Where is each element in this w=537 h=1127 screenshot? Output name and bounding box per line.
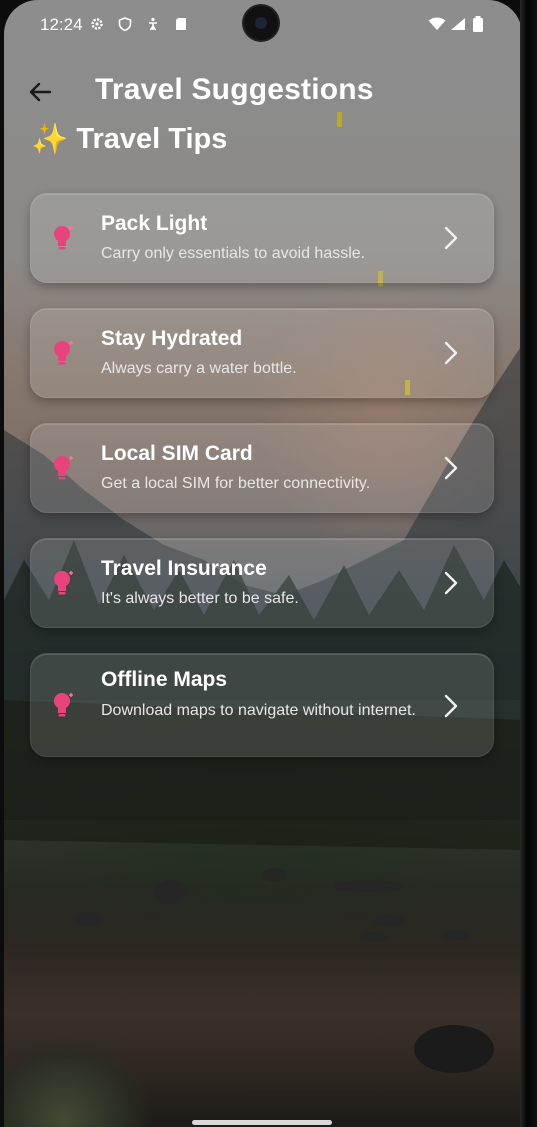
- back-button[interactable]: [26, 78, 54, 106]
- chevron-right-icon: [444, 341, 458, 365]
- lightbulb-icon: [54, 456, 73, 480]
- tip-title: Offline Maps: [101, 668, 228, 691]
- accessibility-icon: [146, 17, 160, 31]
- tip-title: Local SIM Card: [101, 442, 253, 465]
- chevron-right-icon: [444, 571, 458, 595]
- lightbulb-icon: [54, 693, 73, 717]
- rock: [374, 915, 404, 927]
- shield-icon: [118, 17, 132, 31]
- battery-icon: [472, 16, 484, 32]
- tip-card[interactable]: Stay Hydrated Always carry a water bottl…: [30, 308, 494, 398]
- lightbulb-icon: [54, 226, 73, 250]
- rock: [359, 932, 387, 942]
- page-title: Travel Suggestions: [95, 73, 374, 106]
- tip-card[interactable]: Travel Insurance It's always better to b…: [30, 538, 494, 628]
- tip-card[interactable]: Pack Light Carry only essentials to avoi…: [30, 193, 494, 283]
- tip-description: Download maps to navigate without intern…: [101, 702, 416, 719]
- section-header: ✨ Travel Tips: [31, 122, 227, 157]
- rock: [444, 930, 470, 940]
- tip-description: Carry only essentials to avoid hassle.: [101, 245, 366, 262]
- settings-icon: [90, 17, 104, 31]
- tip-title: Pack Light: [101, 212, 208, 235]
- tip-description: It's always better to be safe.: [101, 590, 299, 607]
- rock: [74, 912, 104, 926]
- tip-title: Travel Insurance: [101, 557, 267, 580]
- status-time: 12:24: [40, 15, 83, 34]
- app-screen: 12:24 Travel Suggestions ✨ Travel Tips P…: [4, 0, 522, 1127]
- device-frame: [520, 0, 537, 1127]
- section-title: Travel Tips: [76, 123, 228, 155]
- signal-icon: [450, 17, 466, 31]
- grass-foreground: [4, 960, 194, 1127]
- arrow-left-icon: [29, 82, 52, 102]
- front-camera: [244, 6, 278, 40]
- chevron-right-icon: [444, 226, 458, 250]
- rock: [262, 868, 286, 882]
- sparkles-icon: ✨: [31, 123, 69, 156]
- tip-card[interactable]: Offline Maps Download maps to navigate w…: [30, 653, 494, 757]
- tip-title: Stay Hydrated: [101, 327, 243, 350]
- status-bar: 12:24: [4, 0, 522, 50]
- rock: [414, 1025, 494, 1073]
- chevron-right-icon: [444, 694, 458, 718]
- wifi-icon: [428, 17, 446, 31]
- lightbulb-icon: [54, 571, 73, 595]
- rock: [154, 880, 186, 904]
- sd-card-icon: [174, 17, 188, 31]
- render-artifact: [337, 112, 342, 127]
- tip-description: Get a local SIM for better connectivity.: [101, 475, 371, 492]
- tip-description: Always carry a water bottle.: [101, 360, 297, 377]
- chevron-right-icon: [444, 456, 458, 480]
- lightbulb-icon: [54, 341, 73, 365]
- rock: [334, 880, 404, 892]
- tip-card[interactable]: Local SIM Card Get a local SIM for bette…: [30, 423, 494, 513]
- home-indicator[interactable]: [192, 1120, 332, 1125]
